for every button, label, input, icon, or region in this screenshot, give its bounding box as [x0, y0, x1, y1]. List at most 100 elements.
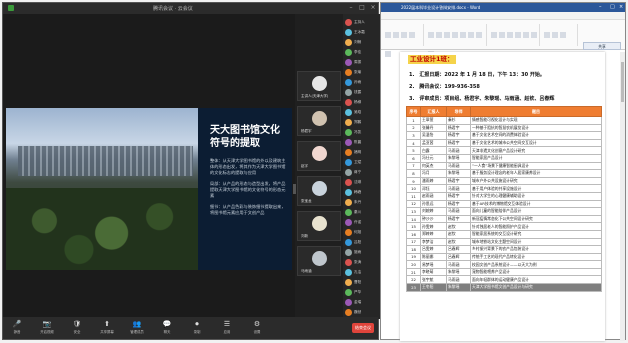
- member-item[interactable]: 朱丹: [345, 198, 381, 208]
- clipboard-group[interactable]: [384, 24, 424, 57]
- avatar: [312, 111, 327, 126]
- close-icon[interactable]: ×: [619, 4, 623, 10]
- member-item[interactable]: 杨柳: [345, 98, 381, 108]
- member-item[interactable]: 周振: [345, 58, 381, 68]
- video-tile[interactable]: 赵宇: [297, 141, 341, 171]
- slide-paragraph: 整体：从天津大学图书馆的外以及建筑主体的形态出发，将其作为天津大学图书馆的文化标…: [210, 158, 286, 175]
- close-icon[interactable]: ×: [370, 5, 376, 11]
- maximize-icon[interactable]: □: [610, 4, 615, 10]
- table-row: 14 钟沙沙 杨君宇 新冠疫情常态化下公共空间设计研究: [406, 214, 602, 224]
- maximize-icon[interactable]: □: [359, 5, 365, 11]
- member-item[interactable]: 孙雨: [345, 78, 381, 88]
- collapse-handle[interactable]: [293, 184, 296, 194]
- member-item[interactable]: 张瑜: [345, 68, 381, 78]
- table-cell: 基于文化艺术空间的消费体验设计: [470, 131, 602, 140]
- toolbar-icon: 🎤: [12, 320, 22, 328]
- table-cell: 杨君宇: [446, 176, 471, 186]
- member-item[interactable]: 李佳: [345, 48, 381, 58]
- member-avatar: [345, 89, 352, 96]
- member-item[interactable]: 王冰霜: [345, 28, 381, 38]
- member-item[interactable]: 郑鹏: [345, 118, 381, 128]
- member-item[interactable]: 金瑞: [345, 298, 381, 308]
- table-cell: 乡村振兴背景下的农产品包装设计: [470, 245, 602, 254]
- member-name: 王冰霜: [354, 30, 365, 34]
- member-item[interactable]: 蒋宁: [345, 168, 381, 178]
- member-item[interactable]: 何旭: [345, 228, 381, 238]
- table-cell: 李晓萌: [420, 267, 447, 277]
- vertical-scrollbar[interactable]: [620, 52, 625, 341]
- paragraph-group[interactable]: [490, 24, 540, 46]
- member-item[interactable]: 沈琪: [345, 178, 381, 188]
- member-item[interactable]: 秦川: [345, 208, 381, 218]
- member-item[interactable]: 施雨: [345, 248, 381, 258]
- table-cell: 李梦洁: [420, 237, 447, 247]
- toolbar-button[interactable]: ☰ 应用: [217, 320, 237, 337]
- document-page[interactable]: 工业设计1班： 1. 汇报日期：2022 年 1 月 18 日，下午 13：30…: [400, 52, 605, 341]
- member-item[interactable]: 曹阳: [345, 278, 381, 288]
- library-photo: [6, 108, 198, 270]
- toolbar-icon: ⬆: [104, 320, 110, 328]
- toolbar-button[interactable]: 💬 聊天: [157, 320, 177, 337]
- ribbon-tabs: 文件开始插入设计布局引用邮件审阅视图帮助: [381, 12, 625, 28]
- table-row: 23 王冬阳 朱黎瑶 天津大学图书馆文创产品设计与研究: [406, 283, 602, 292]
- member-avatar: [345, 209, 352, 216]
- end-meeting-button[interactable]: 结束会议: [352, 323, 374, 333]
- member-item[interactable]: 卫斌: [345, 158, 381, 168]
- toolbar-button[interactable]: 👥 管理成员: [127, 320, 147, 337]
- member-item[interactable]: 韩峰: [345, 188, 381, 198]
- member-item[interactable]: 钱露: [345, 88, 381, 98]
- toolbar-button[interactable]: 🛡 安全: [67, 320, 87, 337]
- member-name: 杨柳: [354, 100, 362, 104]
- member-name: 张瑜: [354, 70, 362, 74]
- toolbar-button[interactable]: 📷 开启视频: [37, 320, 57, 337]
- member-item[interactable]: 吕阳: [345, 238, 381, 248]
- scrollbar-thumb[interactable]: [621, 62, 624, 102]
- video-tile[interactable]: 刘新: [297, 211, 341, 241]
- member-item[interactable]: 褚明: [345, 148, 381, 158]
- toolbar-label: 应用: [223, 330, 231, 334]
- toolbar-button[interactable]: ⚙ 设置: [247, 320, 267, 337]
- member-item[interactable]: 冯凯: [345, 128, 381, 138]
- table-cell: 校园文创产品系统设计——以天大为例: [470, 260, 602, 269]
- table-cell: 一种基于阻抗的智慧农机展览设计: [470, 123, 602, 133]
- table-cell: 马雨涵: [446, 207, 471, 216]
- video-tile[interactable]: 马雨涵: [297, 246, 341, 276]
- toolbar-icon: ⏺: [195, 320, 199, 328]
- member-avatar: [345, 249, 352, 256]
- table-row: 13 刘婉婷 马雨涵 面向儿童的智能陪伴产品设计: [406, 207, 602, 216]
- share-button[interactable]: 共享: [583, 42, 621, 50]
- member-name: 朱丹: [354, 200, 362, 204]
- table-row: 17 李梦洁 赵钦 城市地铁站文化主题空间设计: [406, 237, 602, 247]
- table-cell: 朱黎瑶: [446, 169, 471, 178]
- table-cell: 8: [406, 169, 421, 178]
- member-item[interactable]: 严华: [345, 288, 381, 298]
- table-cell: 冯月: [420, 169, 447, 178]
- video-tile[interactable]: 张宝龙: [297, 176, 341, 206]
- member-name: 沈琪: [354, 180, 362, 184]
- toolbar-label: 静音: [13, 330, 21, 334]
- member-item[interactable]: 孔洁: [345, 268, 381, 278]
- table-cell: 赵钦: [446, 237, 471, 247]
- member-item[interactable]: 刘畅: [345, 38, 381, 48]
- member-item[interactable]: 吴晗: [345, 108, 381, 118]
- table-header-cell: 序号: [406, 106, 421, 117]
- meeting-toolbar: 结束会议 🎤 静音 📷 开启视频 🛡 安全 ⬆ 共享屏幕 👥 管理成员 💬 聊天 ⏺ 录制 ☰ 应用 ⚙ 设置: [3, 317, 378, 339]
- toolbar-button[interactable]: ⬆ 共享屏幕: [97, 320, 117, 337]
- toolbar-button[interactable]: 🎤 静音: [7, 320, 27, 337]
- member-item[interactable]: 陈晨: [345, 138, 381, 148]
- toolbar-button[interactable]: ⏺ 录制: [187, 320, 207, 337]
- minimize-icon[interactable]: –: [348, 5, 354, 11]
- table-cell: 21: [406, 267, 421, 277]
- styles-group[interactable]: [543, 24, 578, 46]
- member-item[interactable]: 张涛: [345, 258, 381, 268]
- member-item[interactable]: 许诺: [345, 218, 381, 228]
- font-group[interactable]: [427, 24, 487, 57]
- schedule-table: 序号 汇报人 导师 题目 1 王翠萱 秦杉 情感智能可视化设计与实现 2 张馨丹 杨君宇 一种基于阻…: [406, 106, 602, 292]
- toolbar-label: 开启视频: [40, 330, 54, 334]
- member-item[interactable]: 主持人: [345, 18, 381, 28]
- table-cell: 杨君宇: [446, 214, 471, 224]
- video-tile[interactable]: 主讲人(天津大学): [297, 71, 341, 101]
- video-tile[interactable]: 杨君宇: [297, 106, 341, 136]
- avatar: [312, 76, 327, 91]
- minimize-icon[interactable]: –: [599, 4, 602, 10]
